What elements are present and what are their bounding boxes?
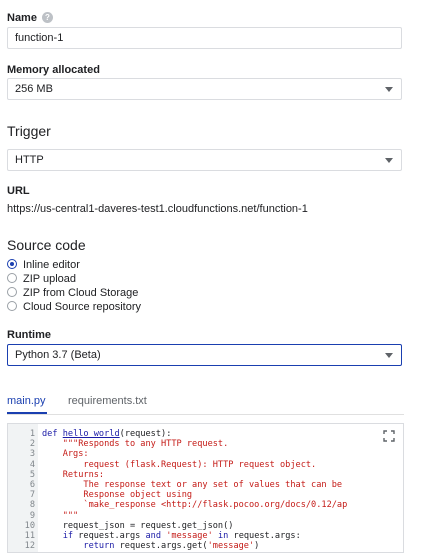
code-text: The response text or any set of values t…: [42, 480, 343, 490]
line-number: 8: [29, 500, 35, 511]
line-number: 7: [29, 490, 35, 501]
memory-select-value: 256 MB: [15, 83, 53, 95]
line-number: 6: [29, 480, 35, 490]
name-label: Name?: [7, 12, 53, 24]
code-editor[interactable]: 1 def hello_world(request): 2 """Responds …: [7, 423, 404, 553]
trigger-select-value: HTTP: [15, 154, 44, 166]
tab-requirements-txt[interactable]: requirements.txt: [68, 395, 147, 407]
code-text: if request.args and 'message' in request…: [62, 531, 301, 541]
code-text: Returns:: [42, 469, 105, 480]
code-text: `make_response <http://flask.pocoo.org/d…: [42, 500, 348, 511]
radio-button[interactable]: [7, 301, 17, 311]
name-input[interactable]: function-1: [7, 27, 402, 49]
line-number: 1: [29, 429, 35, 439]
question-mark-icon[interactable]: ?: [41, 12, 53, 23]
code-text: Response object using: [42, 490, 193, 501]
radio-inline-editor[interactable]: Inline editor: [7, 259, 80, 273]
chevron-down-icon: [385, 158, 393, 163]
runtime-select[interactable]: Python 3.7 (Beta): [7, 344, 402, 366]
radio-zip-cloud-storage[interactable]: ZIP from Cloud Storage: [7, 287, 138, 301]
line-number: 10: [24, 520, 35, 531]
line-number: 2: [29, 439, 35, 450]
runtime-select-value: Python 3.7 (Beta): [15, 349, 101, 361]
tabs-divider: [7, 414, 404, 415]
trigger-title: Trigger: [7, 123, 51, 139]
line-number: 11: [24, 531, 35, 541]
code-text: """Responds to any HTTP request.: [42, 439, 229, 450]
code-text: def hello_world(request):: [42, 429, 172, 439]
memory-label: Memory allocated: [7, 64, 100, 76]
runtime-label: Runtime: [7, 329, 51, 341]
memory-select[interactable]: 256 MB: [7, 78, 402, 100]
radio-button[interactable]: [7, 287, 17, 297]
chevron-down-icon: [385, 353, 393, 358]
code-text: request (flask.Request): HTTP request ob…: [42, 459, 317, 470]
radio-zip-upload[interactable]: ZIP upload: [7, 273, 76, 287]
code-text: """: [42, 510, 79, 521]
line-number: 4: [29, 459, 35, 470]
chevron-down-icon: [385, 87, 393, 92]
source-code-title: Source code: [7, 237, 86, 253]
active-tab-indicator: [7, 412, 47, 414]
code-text: Args:: [42, 449, 89, 460]
line-number: 3: [29, 449, 35, 460]
radio-button[interactable]: [7, 259, 17, 269]
line-number: 9: [29, 510, 35, 521]
code-text: request_json = request.get_json(): [42, 520, 234, 531]
radio-button[interactable]: [7, 273, 17, 283]
tab-main-py[interactable]: main.py: [7, 395, 46, 407]
fullscreen-icon[interactable]: [383, 430, 395, 442]
trigger-select[interactable]: HTTP: [7, 149, 402, 171]
url-label: URL: [7, 185, 30, 197]
radio-cloud-source-repository[interactable]: Cloud Source repository: [7, 301, 141, 315]
name-input-value: function-1: [15, 32, 64, 44]
url-link[interactable]: https://us-central1-daveres-test1.cloudf…: [7, 203, 308, 215]
line-number: 5: [29, 469, 35, 480]
